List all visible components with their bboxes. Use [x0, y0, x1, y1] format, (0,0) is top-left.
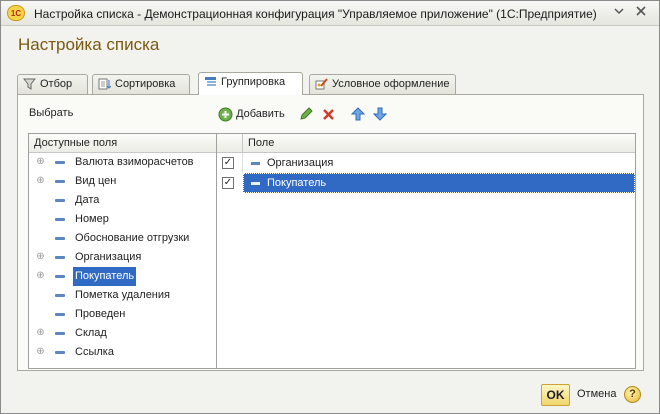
- list-item[interactable]: ⊕ Организация: [29, 248, 219, 267]
- filter-icon: [22, 78, 37, 90]
- list-item-label: Валюта взиморасчетов: [75, 156, 194, 168]
- list-item-label: Ссылка: [75, 346, 114, 358]
- list-item[interactable]: ⊕ Ссылка: [29, 343, 219, 362]
- cell-separator: [242, 153, 243, 173]
- list-item[interactable]: Проведен: [29, 305, 219, 324]
- title-bar: 1С Настройка списка - Демонстрационная к…: [1, 1, 659, 26]
- field-icon: [251, 182, 260, 185]
- list-item-label: Номер: [75, 213, 109, 225]
- sort-icon: [98, 78, 112, 90]
- list-item[interactable]: ⊕ Вид цен: [29, 172, 219, 191]
- add-icon: [218, 107, 233, 122]
- move-down-button[interactable]: [372, 104, 388, 124]
- field-icon: [55, 237, 65, 240]
- field-icon: [55, 351, 65, 354]
- tab-label: Группировка: [221, 76, 286, 88]
- row-checkbox[interactable]: ✓: [222, 177, 234, 189]
- list-item-selected[interactable]: ⊕ Покупатель: [29, 267, 219, 286]
- grouping-fields-table[interactable]: Поле ✓ Организация ✓ Покупатель: [216, 133, 636, 369]
- settings-window: 1С Настройка списка - Демонстрационная к…: [0, 0, 660, 414]
- list-item-label: Организация: [75, 251, 142, 263]
- field-icon: [55, 275, 65, 278]
- row-field-label: Организация: [267, 157, 334, 169]
- field-icon: [55, 294, 65, 297]
- table-row[interactable]: ✓ Организация: [217, 153, 635, 173]
- tab-label: Отбор: [40, 78, 73, 90]
- app-logo-icon[interactable]: 1С: [7, 5, 25, 21]
- arrow-down-icon: [372, 107, 388, 121]
- table-row-selected[interactable]: ✓ Покупатель: [217, 173, 635, 193]
- row-checkbox[interactable]: ✓: [222, 157, 234, 169]
- column-header-field[interactable]: Поле: [248, 134, 274, 152]
- column-separator: [242, 134, 243, 153]
- list-item-label: Пометка удаления: [75, 289, 170, 301]
- delete-button[interactable]: [322, 104, 335, 124]
- tab-filter[interactable]: Отбор: [17, 74, 88, 94]
- field-icon: [55, 180, 65, 183]
- list-item[interactable]: ⊕ Склад: [29, 324, 219, 343]
- help-icon[interactable]: ?: [624, 386, 641, 403]
- window-menu-icon[interactable]: [610, 5, 627, 21]
- tab-label: Условное оформление: [332, 78, 450, 90]
- grouping-panel: Выбрать Доступные поля ⊕ Валюта взиморас…: [17, 94, 644, 371]
- list-item-label: Покупатель: [73, 267, 137, 286]
- field-icon: [55, 161, 65, 164]
- tab-sort[interactable]: Сортировка: [92, 74, 190, 94]
- list-item[interactable]: Пометка удаления: [29, 286, 219, 305]
- list-item[interactable]: Дата: [29, 191, 219, 210]
- list-item-label: Обоснование отгрузки: [75, 232, 190, 244]
- tab-grouping[interactable]: Группировка: [198, 72, 303, 95]
- row-field-label: Покупатель: [267, 177, 327, 189]
- field-icon: [55, 256, 65, 259]
- delete-icon: [323, 108, 334, 120]
- tab-label: Сортировка: [115, 78, 176, 90]
- tab-conditional-format[interactable]: Условное оформление: [309, 74, 456, 94]
- choose-label[interactable]: Выбрать: [29, 107, 73, 119]
- expand-icon[interactable]: ⊕: [36, 252, 45, 262]
- expand-icon[interactable]: ⊕: [36, 176, 45, 186]
- expand-icon[interactable]: ⊕: [36, 157, 45, 167]
- available-fields-list[interactable]: Доступные поля ⊕ Валюта взиморасчетов ⊕ …: [28, 133, 220, 369]
- field-icon: [55, 332, 65, 335]
- list-item[interactable]: Обоснование отгрузки: [29, 229, 219, 248]
- field-icon: [251, 162, 260, 165]
- list-item[interactable]: Номер: [29, 210, 219, 229]
- expand-icon[interactable]: ⊕: [36, 328, 45, 338]
- ok-button[interactable]: OK: [541, 384, 570, 406]
- list-item-label: Вид цен: [75, 175, 117, 187]
- window-title: Настройка списка - Демонстрационная конф…: [34, 7, 597, 21]
- list-item-label: Склад: [75, 327, 107, 339]
- cancel-button[interactable]: Отмена: [577, 388, 616, 400]
- table-header: Поле: [217, 134, 635, 153]
- pencil-icon: [300, 107, 313, 120]
- field-icon: [55, 199, 65, 202]
- field-icon: [55, 313, 65, 316]
- field-icon: [55, 218, 65, 221]
- arrow-up-icon: [350, 107, 366, 121]
- edit-button[interactable]: [299, 104, 313, 124]
- conditional-format-icon: [315, 78, 328, 90]
- list-item-label: Дата: [75, 194, 100, 206]
- add-button-label: Добавить: [236, 108, 285, 120]
- expand-icon[interactable]: ⊕: [36, 271, 45, 281]
- form-heading: Настройка списка: [18, 35, 160, 54]
- available-fields-header: Доступные поля: [29, 134, 219, 153]
- grouping-icon: [204, 76, 217, 88]
- list-item[interactable]: ⊕ Валюта взиморасчетов: [29, 153, 219, 172]
- close-icon[interactable]: [632, 5, 649, 21]
- move-up-button[interactable]: [350, 104, 366, 124]
- expand-icon[interactable]: ⊕: [36, 347, 45, 357]
- add-button[interactable]: Добавить: [218, 104, 285, 124]
- list-item-label: Проведен: [75, 308, 126, 320]
